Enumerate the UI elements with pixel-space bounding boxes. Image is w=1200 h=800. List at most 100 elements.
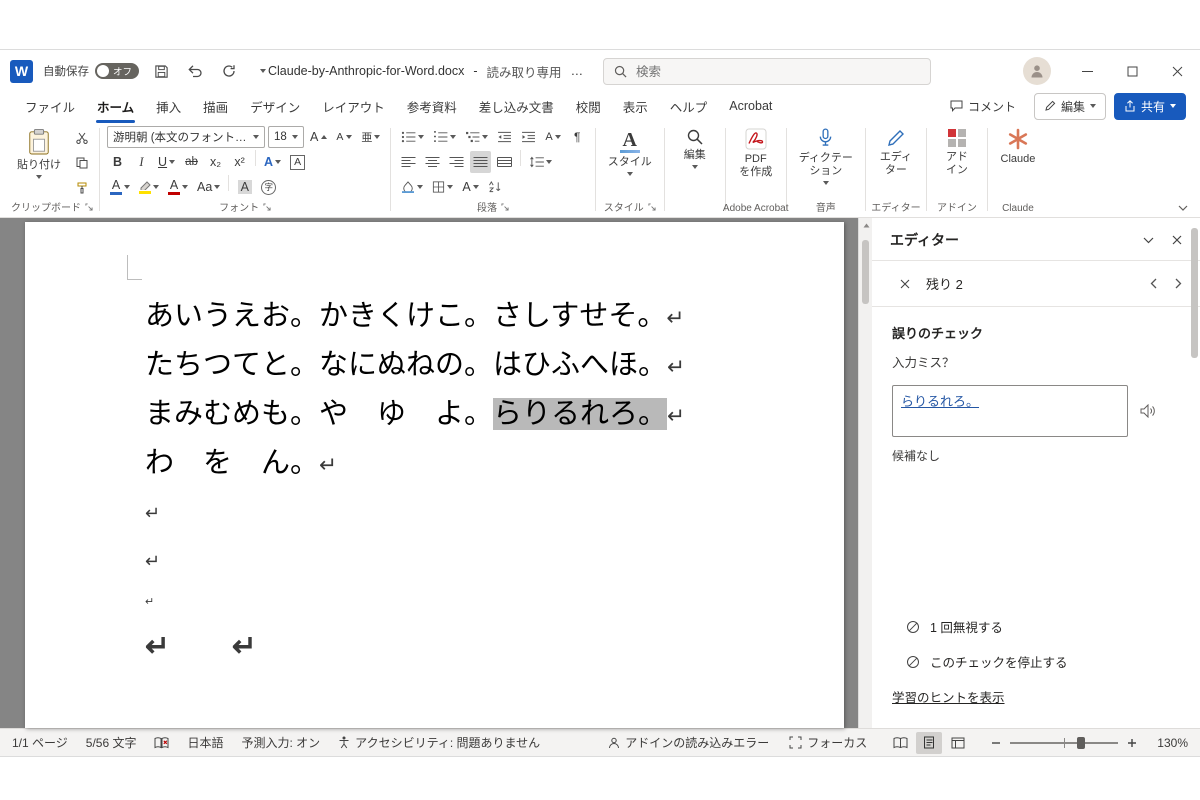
scroll-up-icon[interactable] (863, 223, 870, 228)
stop-check-item[interactable]: このチェックを停止する (892, 644, 1180, 679)
character-shading-button[interactable]: A (234, 176, 255, 198)
enclose-characters-button[interactable]: 字 (258, 176, 279, 198)
ruby-button[interactable]: 亜 (358, 126, 383, 148)
share-button[interactable]: 共有 (1113, 92, 1186, 120)
grow-font-button[interactable]: A (307, 126, 330, 148)
multilevel-list-button[interactable] (462, 126, 491, 148)
bullets-button[interactable] (398, 126, 427, 148)
document-scrollbar[interactable] (858, 218, 872, 728)
sort-button[interactable] (485, 176, 506, 198)
shrink-font-button[interactable]: A (333, 126, 355, 148)
tab-view[interactable]: 表示 (612, 92, 659, 121)
dismiss-all-icon[interactable] (900, 279, 910, 289)
italic-button[interactable]: I (131, 151, 152, 173)
pane-close-icon[interactable] (1172, 235, 1182, 245)
search-box[interactable] (603, 58, 931, 85)
suggestion-box[interactable]: らりるれろ。 (892, 385, 1128, 437)
shading-button[interactable] (398, 176, 426, 198)
ime-status[interactable]: 予測入力: オン (242, 734, 321, 751)
pane-chevron-down-icon[interactable] (1143, 237, 1154, 244)
borders-button[interactable] (429, 176, 456, 198)
asian-format-button[interactable]: A (459, 176, 481, 198)
tab-file[interactable]: ファイル (14, 92, 86, 121)
tab-insert[interactable]: 挿入 (145, 92, 192, 121)
search-input[interactable] (636, 64, 920, 79)
zoom-slider-thumb[interactable] (1077, 736, 1086, 749)
zoom-out-button[interactable] (991, 738, 1001, 748)
create-pdf-button[interactable]: PDF を作成 (733, 125, 779, 182)
tab-mailings[interactable]: 差し込み文書 (468, 92, 565, 121)
document-page[interactable]: あいうえお。かきくけこ。さしすせそ。↵ たちつてと。なにぬねの。はひふへほ。↵ … (25, 222, 844, 728)
next-issue-icon[interactable] (1175, 278, 1182, 289)
tab-layout[interactable]: レイアウト (311, 92, 396, 121)
ignore-once-item[interactable]: 1 回無視する (892, 609, 1180, 644)
tab-design[interactable]: デザイン (239, 92, 311, 121)
styles-button[interactable]: A スタイル (603, 125, 657, 179)
align-left-button[interactable] (398, 151, 419, 173)
save-button[interactable] (149, 59, 173, 83)
tab-home[interactable]: ホーム (86, 92, 145, 123)
document-title[interactable]: Claude-by-Anthropic-for-Word.docx - 読み取り… (268, 50, 583, 92)
zoom-in-button[interactable] (1127, 738, 1137, 748)
underline-button[interactable]: U (155, 151, 178, 173)
scrollbar-thumb[interactable] (862, 240, 869, 304)
align-center-button[interactable] (422, 151, 443, 173)
dialog-launcher-icon[interactable] (501, 202, 509, 211)
learning-hints-link[interactable]: 学習のヒントを表示 (892, 687, 1005, 706)
format-painter-button[interactable] (71, 177, 92, 199)
page-count[interactable]: 1/1 ページ (12, 734, 68, 751)
word-logo-icon[interactable]: W (10, 59, 33, 83)
cut-button[interactable] (71, 127, 92, 149)
collapse-ribbon-chevron-icon[interactable] (1178, 205, 1188, 211)
autosave-toggle[interactable]: オフ (95, 63, 139, 79)
asian-layout-button[interactable]: A (542, 126, 563, 148)
language-status[interactable]: 日本語 (187, 734, 223, 751)
addin-error-status[interactable]: アドインの読み込みエラー (608, 734, 769, 751)
font-name-combo[interactable]: 游明朝 (本文のフォント - 日本語 (107, 126, 265, 148)
maximize-button[interactable] (1110, 50, 1155, 92)
close-button[interactable] (1155, 50, 1200, 92)
change-case-button[interactable]: Aa (194, 176, 223, 198)
tab-draw[interactable]: 描画 (192, 92, 239, 121)
dialog-launcher-icon[interactable] (263, 202, 271, 211)
clear-formatting-button[interactable]: A (287, 151, 308, 173)
formatting-marks-button[interactable]: ¶ (567, 126, 588, 148)
copy-button[interactable] (71, 152, 92, 174)
saved-status-dots[interactable]: … (571, 64, 584, 78)
increase-indent-button[interactable] (518, 126, 539, 148)
selected-text[interactable]: らりるれろ。 (493, 398, 668, 430)
dialog-launcher-icon[interactable] (85, 202, 93, 211)
editor-button[interactable]: エディ ター (873, 125, 919, 180)
text-effects-color-button[interactable]: A (107, 176, 133, 198)
pane-scrollbar[interactable] (1191, 226, 1198, 706)
zoom-slider[interactable] (1010, 736, 1119, 749)
proofing-status-icon[interactable] (154, 736, 169, 749)
line-spacing-button[interactable] (526, 151, 555, 173)
decrease-indent-button[interactable] (494, 126, 515, 148)
minimize-button[interactable] (1065, 50, 1110, 92)
read-aloud-speaker-icon[interactable] (1140, 404, 1156, 418)
font-size-combo[interactable]: 18 (268, 126, 304, 148)
dialog-launcher-icon[interactable] (648, 202, 656, 211)
flagged-text[interactable]: らりるれろ。 (901, 394, 979, 409)
focus-mode-button[interactable]: フォーカス (789, 734, 867, 751)
text-effects-button[interactable]: A (261, 151, 284, 173)
highlight-color-button[interactable] (136, 176, 162, 198)
editing-button[interactable]: 編集 (672, 125, 718, 172)
read-mode-button[interactable] (887, 732, 913, 754)
accessibility-status[interactable]: アクセシビリティ: 問題ありません (338, 734, 540, 751)
redo-button[interactable] (217, 59, 241, 83)
comments-button[interactable]: コメント (939, 92, 1026, 120)
pane-scrollbar-thumb[interactable] (1191, 228, 1198, 358)
autosave-control[interactable]: 自動保存 オフ (43, 63, 139, 79)
tab-review[interactable]: 校閲 (565, 92, 612, 121)
font-color-button[interactable]: A (165, 176, 191, 198)
strikethrough-button[interactable]: ab (181, 151, 202, 173)
paste-button[interactable]: 貼り付け (12, 125, 66, 182)
char-count[interactable]: 5/56 文字 (86, 734, 137, 751)
dictation-button[interactable]: ディクテー ション (794, 125, 858, 188)
distribute-button[interactable] (494, 151, 515, 173)
editing-mode-button[interactable]: 編集 (1033, 92, 1106, 120)
bold-button[interactable]: B (107, 151, 128, 173)
previous-issue-icon[interactable] (1150, 278, 1157, 289)
